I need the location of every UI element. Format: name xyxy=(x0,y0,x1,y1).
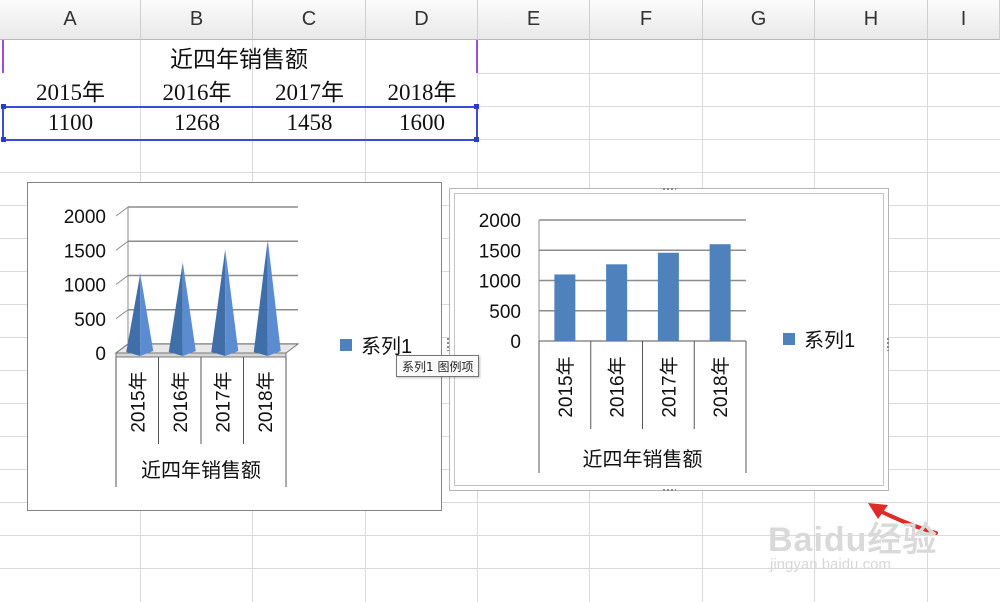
grid-line xyxy=(478,73,1000,74)
legend-label: 系列1 xyxy=(804,329,855,352)
x-tick-label: 2015年 xyxy=(555,356,577,417)
resize-handle-right[interactable] xyxy=(886,337,890,351)
resize-handle-bottom[interactable] xyxy=(662,488,676,492)
column-header-d[interactable]: D xyxy=(366,0,478,40)
cone-chart[interactable]: 2000 1500 1000 500 0 2015年 2016年 2017年 2018年近四年销… xyxy=(27,182,442,511)
x-group-label: 近四年销售额 xyxy=(141,459,261,482)
y-tick-label: 1500 xyxy=(479,241,521,262)
range-highlight xyxy=(2,106,478,108)
cell-year-2017[interactable]: 2017年 xyxy=(253,73,366,106)
cone-bar xyxy=(253,239,268,356)
column-header-a[interactable]: A xyxy=(0,0,141,40)
range-highlight xyxy=(2,40,4,73)
legend-swatch xyxy=(783,333,795,345)
cell-value-2018[interactable]: 1600 xyxy=(366,106,478,139)
y-tick-label: 1000 xyxy=(479,272,521,293)
range-highlight xyxy=(2,106,4,141)
y-tick-label: 2000 xyxy=(64,207,106,228)
cell-value-2017[interactable]: 1458 xyxy=(253,106,366,139)
column-header-f[interactable]: F xyxy=(590,0,703,40)
y-tick-label: 0 xyxy=(510,332,521,353)
cell-year-2018[interactable]: 2018年 xyxy=(366,73,478,106)
cone-bar xyxy=(211,249,226,356)
column-header-e[interactable]: E xyxy=(478,0,590,40)
cell-year-2015[interactable]: 2015年 xyxy=(0,73,141,106)
column-header-c[interactable]: C xyxy=(253,0,366,40)
range-handle[interactable] xyxy=(474,137,479,142)
x-tick-label: 2017年 xyxy=(658,356,680,417)
cone-bar-highlight xyxy=(225,249,239,356)
legend-swatch xyxy=(340,339,352,351)
y-tick-label: 2000 xyxy=(479,211,521,232)
column-header-i[interactable]: I xyxy=(928,0,1000,40)
gridline-diagonal xyxy=(115,240,129,251)
range-handle[interactable] xyxy=(1,104,6,109)
baidu-watermark-logo: Baidu经验 xyxy=(768,521,938,559)
column-header-g[interactable]: G xyxy=(703,0,815,40)
y-tick-label: 500 xyxy=(74,310,106,331)
spreadsheet-grid[interactable]: A B C D E F G H I 近四年销售额 2015年 2016年 201… xyxy=(0,0,1000,602)
column-header-b[interactable]: B xyxy=(141,0,253,40)
y-tick-label: 1000 xyxy=(64,276,106,297)
x-tick-label: 2017年 xyxy=(212,371,234,432)
gridline-diagonal xyxy=(115,309,129,320)
y-tick-label: 500 xyxy=(489,302,521,323)
cone-chart-plot: 2000 1500 1000 500 0 2015年 2016年 2017年 2018年近四年销… xyxy=(64,206,412,487)
x-group-label: 近四年销售额 xyxy=(583,448,703,471)
range-handle[interactable] xyxy=(474,104,479,109)
column-header-h[interactable]: H xyxy=(815,0,928,40)
table-title-cell[interactable]: 近四年销售额 xyxy=(0,40,478,73)
resize-handle-left[interactable] xyxy=(446,337,450,351)
column-bar xyxy=(709,244,731,341)
column-bar xyxy=(554,274,576,341)
resize-handle-top[interactable] xyxy=(662,187,676,191)
column-bar xyxy=(606,264,628,341)
y-tick-label: 0 xyxy=(95,344,106,365)
column-bar xyxy=(657,252,679,341)
x-tick-label: 2016年 xyxy=(170,371,192,432)
cell-value-2016[interactable]: 1268 xyxy=(141,106,253,139)
gridline-diagonal xyxy=(115,206,129,217)
cell-year-2016[interactable]: 2016年 xyxy=(141,73,253,106)
grid-line xyxy=(0,172,1000,173)
cone-bar-highlight xyxy=(267,239,281,356)
x-tick-label: 2018年 xyxy=(255,371,277,432)
x-tick-label: 2016年 xyxy=(607,356,629,417)
y-tick-label: 1500 xyxy=(64,241,106,262)
baidu-watermark-url: jingyan.baidu.com xyxy=(770,556,891,573)
column-chart-plot: 2000 1500 1000 500 0 2015年 2016年 2017年 2018年近四年销… xyxy=(479,211,855,473)
x-tick-label: 2018年 xyxy=(710,356,732,417)
cone-bar-highlight xyxy=(140,273,154,356)
range-highlight xyxy=(476,40,478,73)
gridline-diagonal xyxy=(115,275,129,285)
column-chart[interactable]: 2000 1500 1000 500 0 2015年 2016年 2017年 2018年近四年销… xyxy=(449,188,889,491)
range-highlight xyxy=(2,139,478,141)
cell-value-2015[interactable]: 1100 xyxy=(0,106,141,139)
x-tick-label: 2015年 xyxy=(127,371,149,432)
range-highlight xyxy=(476,106,478,141)
range-handle[interactable] xyxy=(1,137,6,142)
legend-tooltip: 系列1 图例项 xyxy=(396,355,480,377)
